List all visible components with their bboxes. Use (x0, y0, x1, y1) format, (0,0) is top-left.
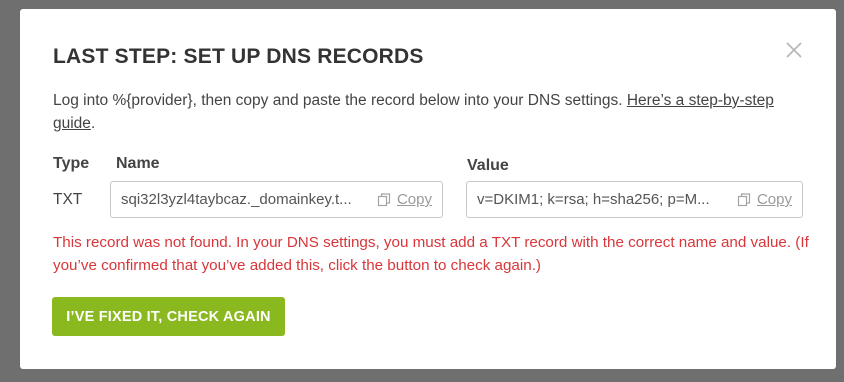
intro-text: Log into %{provider}, then copy and past… (53, 89, 803, 135)
intro-sentence: Log into %{provider}, then copy and past… (53, 92, 627, 109)
copy-icon (377, 192, 391, 206)
intro-period: . (90, 115, 96, 132)
record-value-text[interactable]: v=DKIM1; k=rsa; h=sha256; p=M... (467, 191, 731, 208)
check-again-button[interactable]: I’VE FIXED IT, CHECK AGAIN (52, 297, 285, 336)
record-name-field[interactable]: sqi32l3yzl4taybcaz._domainkey.t... Copy (110, 181, 443, 218)
dns-setup-modal: LAST STEP: SET UP DNS RECORDS Log into %… (20, 9, 836, 369)
copy-value-label: Copy (756, 191, 792, 208)
copy-name-label: Copy (396, 191, 432, 208)
record-not-found-error: This record was not found. In your DNS s… (53, 234, 809, 274)
record-type-value: TXT (53, 191, 83, 208)
value-column-header: Value (467, 157, 509, 174)
copy-icon (737, 192, 751, 206)
close-icon[interactable] (784, 40, 804, 60)
copy-name-button[interactable]: Copy (371, 191, 442, 208)
record-name-text[interactable]: sqi32l3yzl4taybcaz._domainkey.t... (111, 191, 371, 208)
type-column-header: Type (53, 155, 90, 172)
copy-value-button[interactable]: Copy (731, 191, 802, 208)
modal-title: LAST STEP: SET UP DNS RECORDS (53, 45, 424, 68)
record-value-field[interactable]: v=DKIM1; k=rsa; h=sha256; p=M... Copy (466, 181, 803, 218)
name-column-header: Name (116, 155, 160, 172)
